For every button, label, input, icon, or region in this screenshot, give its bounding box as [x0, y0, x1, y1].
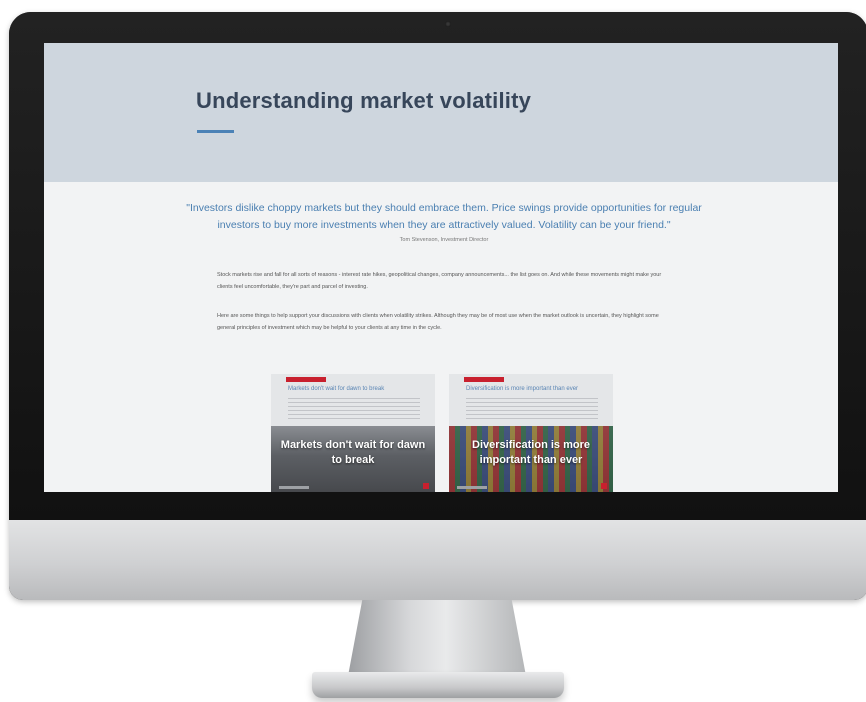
brand-logo-icon: [423, 483, 429, 489]
intro-paragraph: Stock markets rise and fall for all sort…: [217, 272, 662, 290]
title-underline: [197, 130, 234, 133]
page-title: Understanding market volatility: [196, 88, 532, 113]
monitor-stand-neck: [348, 600, 526, 676]
article-card-diversification[interactable]: Diversification is more important than e…: [449, 374, 613, 492]
card-body-preview: [288, 398, 420, 422]
pull-quote: "Investors dislike choppy markets but th…: [186, 202, 702, 231]
hero-banner: Understanding market volatility: [44, 43, 838, 182]
screen: Understanding market volatility "Investo…: [44, 43, 838, 492]
webcam-icon: [445, 21, 451, 27]
brand-logo-icon: [601, 483, 607, 489]
monitor-chin: [9, 520, 866, 600]
card-body-preview: [466, 398, 598, 422]
card-footer-text: [457, 486, 487, 489]
card-category-tag: [286, 377, 326, 382]
monitor-stand-base: [312, 672, 564, 698]
card-overlay-title: Diversification is more important than e…: [472, 439, 590, 466]
support-paragraph: Here are some things to help support you…: [217, 313, 659, 331]
card-heading: Diversification is more important than e…: [466, 386, 579, 392]
card-overlay-title: Markets don't wait for dawn to break: [280, 439, 426, 466]
card-heading: Markets don't wait for dawn to break: [288, 386, 385, 392]
card-category-tag: [464, 377, 504, 382]
article-card-markets[interactable]: Markets don't wait for dawn to break Mar…: [271, 374, 435, 492]
quote-attribution: Tom Stevenson, Investment Director: [399, 237, 489, 243]
card-footer-text: [279, 486, 309, 489]
